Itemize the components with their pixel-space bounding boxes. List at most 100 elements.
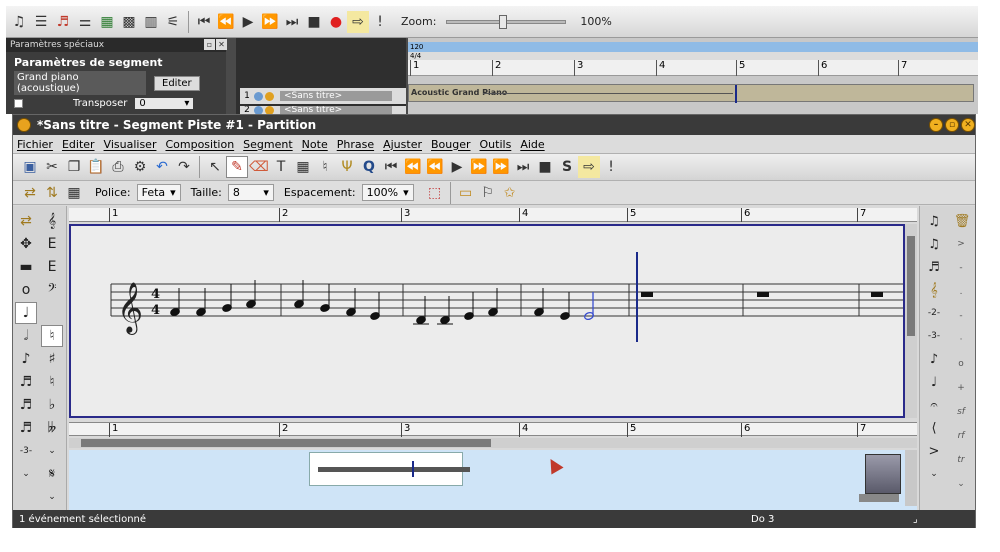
page-thumbnail[interactable] — [865, 454, 901, 494]
play-icon[interactable]: ▶ — [446, 156, 468, 178]
keyboard-icon[interactable]: ▥ — [140, 11, 162, 33]
cut-icon[interactable]: ✂ — [41, 156, 63, 178]
triplet-icon[interactable]: -3- — [922, 325, 946, 347]
maximize-icon[interactable]: ▫ — [945, 118, 959, 132]
track-row[interactable]: 1 <Sans titre> — [240, 88, 406, 104]
print-icon[interactable]: ⎙ — [107, 156, 129, 178]
star-icon[interactable]: ✩ — [499, 182, 521, 204]
music-note-icon[interactable]: ♫ — [8, 11, 30, 33]
grid-icon[interactable]: ▦ — [63, 182, 85, 204]
minimize-icon[interactable]: – — [929, 118, 943, 132]
menu-bouger[interactable]: Bouger — [431, 138, 471, 151]
chevron-down-icon[interactable]: ⌄ — [41, 486, 63, 508]
tempo-ruler[interactable]: 120 — [408, 42, 978, 52]
chord-icon[interactable]: ♪ — [922, 348, 946, 370]
natural-sign-icon[interactable]: ♮ — [41, 371, 63, 393]
float-icon[interactable]: ▫ — [204, 39, 215, 50]
staccatissimo-mark[interactable]: - — [950, 305, 972, 327]
staff-view[interactable]: 𝄞 4 4 — [69, 224, 905, 418]
staccato-mark[interactable]: . — [950, 281, 972, 303]
move-arrow-icon[interactable]: ⇄ — [15, 210, 37, 232]
paste-icon[interactable]: 📋 — [85, 156, 107, 178]
chevron-down-icon[interactable]: ⌄ — [922, 463, 946, 485]
rewind-icon[interactable]: ⏪ — [215, 11, 237, 33]
font-select[interactable]: Feta ▾ — [136, 184, 181, 201]
rewind-to-start-icon[interactable]: ⏮ — [193, 11, 215, 33]
decrescendo-icon[interactable]: ⟨ — [922, 417, 946, 439]
sixteenth-note-icon[interactable]: ♬ — [15, 371, 37, 393]
matrix-icon[interactable]: ▦ — [96, 11, 118, 33]
menu-aide[interactable]: Aide — [520, 138, 544, 151]
menu-phrase[interactable]: Phrase — [337, 138, 374, 151]
track-name[interactable]: <Sans titre> — [280, 106, 392, 114]
top-bar-ruler[interactable]: 1 2 3 4 5 6 7 — [69, 208, 917, 222]
menu-visualiser[interactable]: Visualiser — [104, 138, 157, 151]
letter-clef-icon[interactable]: E — [41, 233, 63, 255]
undo-icon[interactable]: ↶ — [151, 156, 173, 178]
zoom-slider-handle[interactable] — [499, 14, 508, 29]
overview-scrollbar[interactable] — [905, 450, 917, 506]
beamed-sixteenths-icon[interactable]: ♬ — [922, 256, 946, 278]
pencil-tool-icon[interactable]: ✎ — [226, 156, 248, 178]
mixer-icon[interactable]: ⚌ — [74, 11, 96, 33]
crescendo-icon[interactable]: > — [922, 440, 946, 462]
chevron-down-icon[interactable]: ⌄ — [15, 463, 37, 485]
panic-icon[interactable]: ! — [600, 156, 622, 178]
ruler-icon[interactable]: ▭ — [455, 182, 477, 204]
segment-block[interactable]: Acoustic Grand Piano — [408, 84, 974, 103]
tuplet-icon[interactable]: -2- — [922, 302, 946, 324]
stop-icon[interactable]: ■ — [303, 11, 325, 33]
rewind-fast-icon[interactable]: ⏪ — [424, 156, 446, 178]
quarter-note-icon[interactable]: ♩ — [15, 302, 37, 324]
size-select[interactable]: 8 ▾ — [227, 184, 274, 201]
menu-ajuster[interactable]: Ajuster — [383, 138, 422, 151]
grace-note-icon[interactable]: 𝄞 — [922, 279, 946, 301]
marker-icon[interactable]: ⚐ — [477, 182, 499, 204]
harmonic-mark[interactable]: o — [950, 353, 972, 375]
menu-fichier[interactable]: Fichier — [17, 138, 53, 151]
chevron-down-icon[interactable]: ⌄ — [41, 440, 63, 462]
fork-tool-icon[interactable]: Ψ — [336, 156, 358, 178]
menu-outils[interactable]: Outils — [480, 138, 512, 151]
trash-icon[interactable]: 🗑 — [950, 210, 974, 232]
spacing-select[interactable]: 100% ▾ — [361, 184, 414, 201]
accent-mark[interactable]: > — [950, 233, 972, 255]
bar-rest-icon[interactable]: ▬ — [15, 256, 37, 278]
fast-forward-icon[interactable]: ⏩ — [259, 11, 281, 33]
dot-mark[interactable]: · — [950, 329, 972, 351]
overview-viewport[interactable] — [309, 452, 470, 486]
insert-tool-icon[interactable]: ⬚ — [424, 182, 446, 204]
stop-icon[interactable]: ■ — [534, 156, 556, 178]
resize-grip-icon[interactable]: ⌟ — [913, 514, 918, 525]
record-led-icon[interactable] — [265, 91, 274, 101]
overview-panel[interactable] — [69, 450, 917, 510]
notation-icon[interactable]: ♬ — [52, 11, 74, 33]
guitar-chord-icon[interactable]: ▦ — [292, 156, 314, 178]
half-note-icon[interactable]: 𝅗𝅥 — [15, 325, 37, 347]
fermata-icon[interactable]: 𝄐 — [922, 394, 946, 416]
beamed-eighths-icon[interactable]: ♫ — [922, 233, 946, 255]
fast-forward-fast-icon[interactable]: ⏩ — [468, 156, 490, 178]
menu-note[interactable]: Note — [302, 138, 328, 151]
symbol-tool-icon[interactable]: ♮ — [314, 156, 336, 178]
treble-clef-icon[interactable]: 𝄞 — [41, 210, 63, 232]
beam-icon[interactable]: ♫ — [922, 210, 946, 232]
thirty-second-note-icon[interactable]: ♬ — [15, 394, 37, 416]
rinforzando-mark[interactable]: rf — [950, 425, 972, 447]
menu-editer[interactable]: Editer — [62, 138, 95, 151]
horizontal-scrollbar-thumb[interactable] — [81, 439, 491, 447]
chevron-down-icon[interactable]: ⌄ — [950, 473, 972, 495]
eraser-tool-icon[interactable]: ⌫ — [248, 156, 270, 178]
save-icon[interactable]: ▣ — [19, 156, 41, 178]
edit-button[interactable]: Editer — [154, 75, 200, 91]
filter-icon[interactable]: ⚙ — [129, 156, 151, 178]
close-icon[interactable]: ✕ — [216, 39, 227, 50]
vertical-scrollbar[interactable] — [905, 224, 917, 418]
stopped-mark[interactable]: + — [950, 377, 972, 399]
app-icon[interactable] — [17, 118, 31, 132]
track-row[interactable]: 2 <Sans titre> — [240, 106, 406, 114]
letter-clef-icon[interactable]: E — [41, 256, 63, 278]
flat-accidental-icon[interactable]: ♭ — [41, 394, 63, 416]
bass-clef-icon[interactable]: 𝄢 — [41, 279, 63, 301]
cross-arrow-icon[interactable]: ✥ — [15, 233, 37, 255]
